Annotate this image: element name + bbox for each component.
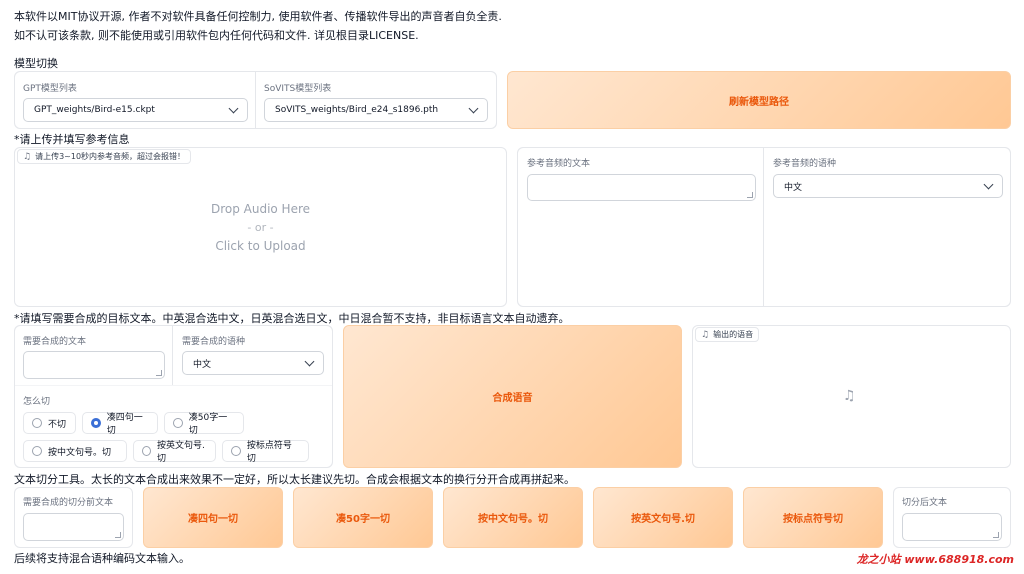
watermark-text: 龙之小站 www.688918.com (856, 553, 1014, 566)
splitter-input-text[interactable] (23, 513, 124, 541)
splitter-output-block: 切分后文本 (893, 487, 1011, 548)
music-note-icon: ♫ (701, 329, 710, 340)
radio-icon (142, 446, 152, 456)
cut-option-label: 不切 (48, 419, 67, 430)
synthesis-title: *请填写需要合成的目标文本。中英混合选中文，日英混合选日文，中日混合暂不支持，非… (14, 312, 570, 325)
reference-text-input[interactable] (527, 174, 756, 201)
splitter-output-text[interactable] (902, 513, 1002, 541)
music-note-icon: ♫ (23, 151, 32, 162)
gpt-model-dropdown[interactable]: GPT_weights/Bird-e15.ckpt (23, 98, 248, 122)
sovits-model-value: SoVITS_weights/Bird_e24_s1896.pth (275, 105, 439, 115)
split-four-sentences-button[interactable]: 凑四句一切 (143, 487, 283, 548)
cut-option-label: 按中文句号。切 (48, 447, 112, 458)
output-audio-tag: ♫ 输出的语音 (695, 327, 760, 342)
synthesize-button[interactable]: 合成语音 (343, 325, 682, 468)
synthesis-lang-label: 需要合成的语种 (182, 337, 246, 347)
refresh-model-button[interactable]: 刷新模型路径 (507, 71, 1011, 129)
reference-lang-block: 参考音频的语种 中文 (764, 148, 1010, 306)
radio-selected-icon (91, 418, 101, 428)
reference-audio-tag-text: 请上传3~10秒内参考音频，超过会报错！ (35, 152, 186, 161)
split-en-period-button[interactable]: 按英文句号.切 (593, 487, 733, 548)
chevron-down-icon (228, 103, 239, 113)
license-notice-line2: 如不认可该条款, 则不能使用或引用软件包内任何代码和文件. 详见根目录LICEN… (14, 29, 419, 42)
splitter-output-label: 切分后文本 (902, 498, 948, 508)
cut-option-none[interactable]: 不切 (23, 412, 76, 434)
cut-option-label: 凑四句一切 (106, 413, 143, 436)
model-select-panel: GPT模型列表 GPT_weights/Bird-e15.ckpt SoVITS… (14, 71, 497, 129)
cut-option-label: 按英文句号.切 (157, 441, 205, 464)
license-notice-line1: 本软件以MIT协议开源, 作者不对软件具备任何控制力, 使用软件者、传播软件导出… (14, 10, 502, 23)
music-placeholder-icon: ♫ (843, 388, 856, 404)
reference-title: *请上传并填写参考信息 (14, 133, 130, 146)
reference-text-block: 参考音频的文本 (518, 148, 764, 306)
sovits-model-label: SoVITS模型列表 (264, 84, 332, 94)
gpt-model-value: GPT_weights/Bird-e15.ckpt (34, 105, 155, 115)
sovits-model-dropdown[interactable]: SoVITS_weights/Bird_e24_s1896.pth (264, 98, 488, 122)
synthesis-lang-value: 中文 (193, 359, 212, 370)
cut-option-en-period[interactable]: 按英文句号.切 (133, 440, 216, 464)
split-50-chars-button[interactable]: 凑50字一切 (293, 487, 433, 548)
gpt-model-block: GPT模型列表 GPT_weights/Bird-e15.ckpt (15, 72, 256, 128)
output-audio-tag-text: 输出的语音 (713, 330, 754, 339)
output-audio-player: ♫ 输出的语音 ♫ (692, 325, 1011, 468)
radio-icon (173, 418, 183, 428)
synthesis-lang-dropdown[interactable]: 中文 (182, 351, 324, 375)
drop-audio-text: Drop Audio Here (210, 202, 311, 216)
model-switch-title: 模型切换 (14, 57, 58, 70)
split-punctuation-button[interactable]: 按标点符号切 (743, 487, 883, 548)
reference-text-label: 参考音频的文本 (527, 159, 591, 169)
splitter-title: 文本切分工具。太长的文本合成出来效果不一定好，所以太长建议先切。合成会根据文本的… (14, 473, 575, 486)
cut-option-cn-period[interactable]: 按中文句号。切 (23, 440, 127, 462)
reference-lang-dropdown[interactable]: 中文 (773, 174, 1003, 198)
gpt-model-label: GPT模型列表 (23, 84, 77, 94)
chevron-down-icon (468, 103, 479, 113)
radio-icon (231, 446, 241, 456)
reference-info-panel: 参考音频的文本 参考音频的语种 中文 (517, 147, 1011, 307)
splitter-input-block: 需要合成的切分前文本 (14, 487, 133, 548)
footer-text: 后续将支持混合语种编码文本输入。 (14, 552, 190, 565)
radio-icon (32, 418, 42, 428)
or-text: - or - (247, 221, 274, 234)
cut-option-four-sentences[interactable]: 凑四句一切 (82, 412, 158, 436)
chevron-down-icon (983, 179, 994, 189)
radio-icon (32, 446, 42, 456)
reference-lang-label: 参考音频的语种 (773, 159, 837, 169)
reference-audio-tag: ♫ 请上传3~10秒内参考音频，超过会报错！ (17, 149, 192, 164)
chevron-down-icon (304, 356, 315, 366)
cut-option-label: 凑50字一切 (188, 413, 228, 436)
synthesis-text-input[interactable] (23, 351, 165, 379)
synthesis-text-block: 需要合成的文本 (15, 326, 173, 385)
cut-option-label: 按标点符号切 (246, 441, 292, 464)
splitter-input-label: 需要合成的切分前文本 (23, 498, 114, 508)
split-cn-period-button[interactable]: 按中文句号。切 (443, 487, 583, 548)
click-to-upload-text: Click to Upload (215, 239, 306, 253)
cut-method-block: 怎么切 不切 凑四句一切 凑50字一切 按中文句号。切 按英文句号.切 按标点符… (15, 386, 332, 467)
cut-method-label: 怎么切 (23, 397, 51, 407)
cut-option-50-chars[interactable]: 凑50字一切 (164, 412, 244, 436)
cut-option-punctuation[interactable]: 按标点符号切 (222, 440, 309, 464)
sovits-model-block: SoVITS模型列表 SoVITS_weights/Bird_e24_s1896… (256, 72, 496, 128)
reference-lang-value: 中文 (784, 182, 803, 193)
synthesis-text-label: 需要合成的文本 (23, 337, 87, 347)
synthesis-input-panel: 需要合成的文本 需要合成的语种 中文 怎么切 不切 凑四句一切 凑50字一切 按… (14, 325, 333, 468)
synthesis-lang-block: 需要合成的语种 中文 (173, 326, 332, 385)
reference-audio-upload[interactable]: ♫ 请上传3~10秒内参考音频，超过会报错！ Drop Audio Here -… (14, 147, 507, 307)
